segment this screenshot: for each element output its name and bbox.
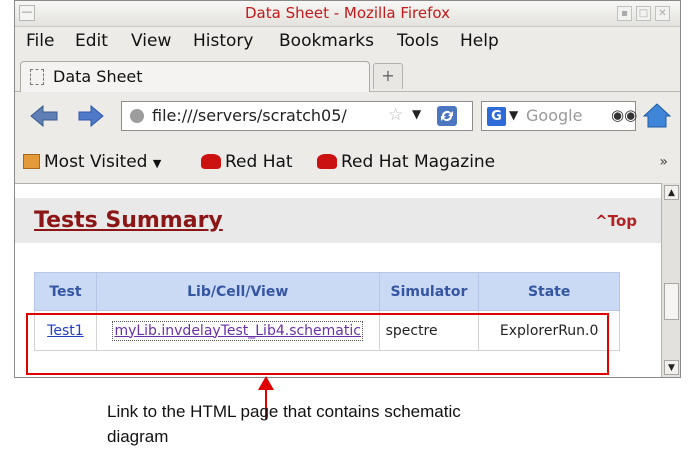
navigation-toolbar: file:///servers/scratch05/ ☆ ▼ G ▼ Googl… [15,93,680,143]
redhat-icon [201,154,221,169]
page-favicon-icon [30,69,44,85]
vertical-scrollbar[interactable]: ▲ ▼ [661,183,680,377]
summary-header: Tests Summary ^Top [15,198,661,243]
tab-data-sheet[interactable]: Data Sheet [20,61,370,92]
url-bar[interactable]: file:///servers/scratch05/ ☆ ▼ [121,101,473,131]
page-title: Tests Summary [34,208,223,233]
bookmarks-overflow-icon[interactable]: » [659,154,668,170]
menu-tools[interactable]: Tools [397,31,439,51]
scroll-down-icon[interactable]: ▼ [664,360,679,375]
tab-label: Data Sheet [53,67,143,86]
search-bar[interactable]: G ▼ Google ◉◉ [481,101,637,131]
bookmark-label: Red Hat Magazine [341,152,496,172]
reload-icon[interactable] [436,105,458,127]
back-arrow-icon[interactable] [29,104,59,128]
url-dropdown-icon[interactable]: ▼ [412,107,421,121]
forward-arrow-icon[interactable] [77,104,105,128]
minimize-icon[interactable]: ▪ [617,6,632,21]
scrollbar-thumb[interactable] [664,283,679,320]
top-link[interactable]: ^Top [595,212,637,230]
menu-file[interactable]: File [26,31,54,51]
annotation-arrow-icon [258,376,274,390]
menu-help[interactable]: Help [460,31,499,51]
menu-bookmarks[interactable]: Bookmarks [279,31,374,51]
redhat-icon [317,154,337,169]
close-icon[interactable]: ✕ [655,6,670,21]
bookmark-most-visited[interactable]: Most Visited ▼ [23,152,161,172]
home-icon[interactable] [643,102,671,128]
google-engine-icon[interactable]: G [487,107,506,126]
chevron-down-icon: ▼ [152,157,162,170]
column-header-state: State [478,272,620,311]
annotation-highlight-box [26,313,609,375]
bookmark-red-hat-magazine[interactable]: Red Hat Magazine [317,152,495,172]
menu-edit[interactable]: Edit [75,31,108,51]
bookmark-red-hat[interactable]: Red Hat [201,152,293,172]
table-header-row: Test Lib/Cell/View Simulator State [34,272,620,311]
window-title: Data Sheet - Mozilla Firefox [245,4,450,22]
new-tab-button[interactable]: + [373,63,403,89]
bookmark-star-icon[interactable]: ☆ [388,105,403,125]
column-header-lib-cell-view: Lib/Cell/View [95,272,380,311]
title-bar: — Data Sheet - Mozilla Firefox ▪ □ ✕ [15,1,680,27]
binoculars-icon[interactable]: ◉◉ [611,106,637,124]
tab-bar: Data Sheet + [15,59,680,92]
search-engine-dropdown-icon[interactable]: ▼ [509,108,518,122]
menu-history[interactable]: History [193,31,253,51]
maximize-icon[interactable]: □ [636,6,651,21]
annotation-callout: Link to the HTML page that contains sche… [107,402,461,446]
folder-icon [23,154,40,169]
search-placeholder[interactable]: Google [526,106,582,125]
menu-view[interactable]: View [131,31,171,51]
column-header-simulator: Simulator [378,272,480,311]
bookmarks-toolbar: Most Visited ▼ Red Hat Red Hat Magazine … [15,144,680,183]
url-text[interactable]: file:///servers/scratch05/ [152,106,380,125]
column-header-test: Test [34,272,97,311]
bookmark-label: Red Hat [225,152,293,172]
bookmark-label: Most Visited [44,152,148,172]
scroll-up-icon[interactable]: ▲ [664,185,679,200]
globe-icon [130,109,144,123]
menu-bar: File Edit View History Bookmarks Tools H… [15,28,680,57]
